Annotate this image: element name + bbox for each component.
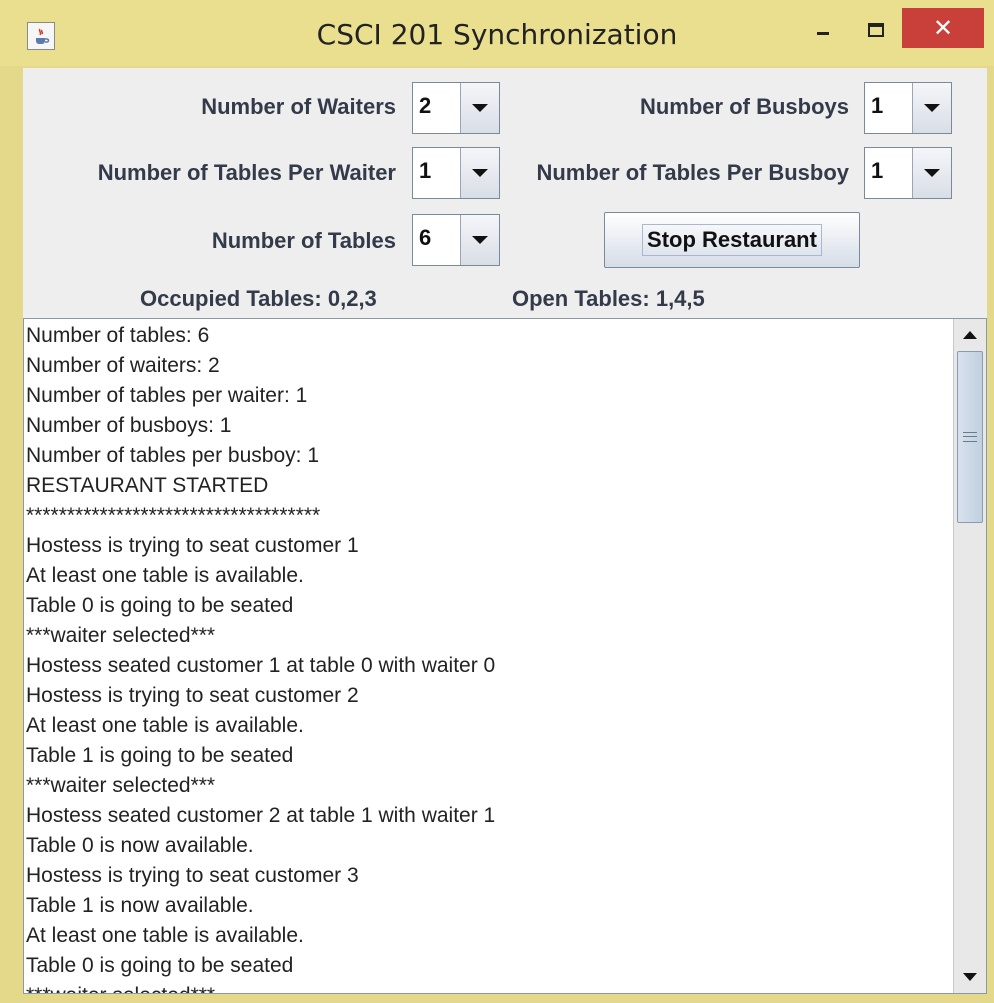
main-panel: Number of Waiters 2 Number of Busboys 1 … [23, 68, 987, 994]
tables-per-busboy-select[interactable]: 1 [864, 147, 952, 199]
maximize-icon [868, 23, 884, 37]
minimize-button[interactable] [806, 10, 840, 50]
tables-per-busboy-label: Number of Tables Per Busboy [536, 160, 849, 185]
log-lines: Number of tables: 6 Number of waiters: 2 N… [26, 321, 951, 993]
log-line: ************************************ [26, 504, 321, 527]
log-line: Number of tables per waiter: 1 [26, 384, 308, 407]
log-line: Table 0 is going to be seated [26, 594, 294, 617]
scroll-down-button[interactable] [954, 961, 986, 993]
log-line: Number of tables per busboy: 1 [26, 444, 319, 467]
log-line: Hostess is trying to seat customer 1 [26, 534, 359, 557]
tables-value: 6 [419, 225, 432, 250]
close-button[interactable]: ✕ [902, 8, 984, 48]
grip-icon [963, 432, 977, 442]
log-line: At least one table is available. [26, 714, 304, 737]
waiters-select[interactable]: 2 [412, 82, 500, 134]
log-line: Table 1 is now available. [26, 894, 254, 917]
window-title: CSCI 201 Synchronization [316, 18, 678, 51]
app-window: CSCI 201 Synchronization ✕ Number of Wai… [0, 0, 994, 1003]
busboys-select[interactable]: 1 [864, 82, 952, 134]
log-line: Table 0 is going to be seated [26, 954, 294, 977]
log-line: Number of busboys: 1 [26, 414, 232, 437]
busboys-value: 1 [871, 93, 884, 118]
stop-restaurant-button[interactable]: Stop Restaurant [604, 212, 860, 268]
busboys-label: Number of Busboys [639, 94, 849, 119]
close-icon: ✕ [932, 14, 954, 42]
tables-label: Number of Tables [211, 228, 396, 253]
waiters-label: Number of Waiters [201, 94, 396, 119]
tables-per-waiter-label: Number of Tables Per Waiter [97, 160, 396, 185]
title-bar[interactable]: CSCI 201 Synchronization ✕ [0, 0, 994, 66]
log-line: ***waiter selected*** [26, 774, 216, 797]
chevron-down-icon[interactable] [912, 83, 951, 133]
log-line: At least one table is available. [26, 564, 304, 587]
arrow-up-icon [963, 331, 977, 339]
chevron-down-icon[interactable] [460, 83, 499, 133]
minimize-icon [817, 32, 829, 35]
tables-per-waiter-value: 1 [419, 158, 432, 183]
log-line: Hostess is trying to seat customer 3 [26, 864, 359, 887]
log-text-area[interactable]: Number of tables: 6 Number of waiters: 2 N… [23, 318, 987, 994]
waiters-value: 2 [419, 93, 432, 118]
arrow-down-icon [963, 973, 977, 981]
tables-per-busboy-value: 1 [871, 158, 884, 183]
scrollbar-thumb[interactable] [957, 351, 983, 523]
stop-restaurant-label: Stop Restaurant [642, 224, 822, 256]
vertical-scrollbar[interactable] [953, 319, 986, 993]
log-line: Hostess is trying to seat customer 2 [26, 684, 359, 707]
chevron-down-icon[interactable] [460, 148, 499, 198]
chevron-down-icon[interactable] [460, 215, 499, 265]
log-line: Number of waiters: 2 [26, 354, 220, 377]
log-line: ***waiter selected*** [26, 624, 216, 647]
open-tables-status: Open Tables: 1,4,5 [512, 286, 705, 311]
log-line: Hostess seated customer 2 at table 1 wit… [26, 804, 496, 827]
occupied-tables-status: Occupied Tables: 0,2,3 [140, 286, 377, 311]
log-line: Table 0 is now available. [26, 834, 254, 857]
scroll-up-button[interactable] [954, 319, 986, 351]
tables-select[interactable]: 6 [412, 214, 500, 266]
log-line: Table 1 is going to be seated [26, 744, 294, 767]
chevron-down-icon[interactable] [912, 148, 951, 198]
maximize-button[interactable] [856, 10, 896, 50]
tables-per-waiter-select[interactable]: 1 [412, 147, 500, 199]
log-line: ***waiter selected*** [26, 981, 951, 993]
log-line: Hostess seated customer 1 at table 0 wit… [26, 654, 496, 677]
log-line: At least one table is available. [26, 924, 304, 947]
log-line: RESTAURANT STARTED [26, 474, 269, 497]
log-line: Number of tables: 6 [26, 324, 210, 347]
